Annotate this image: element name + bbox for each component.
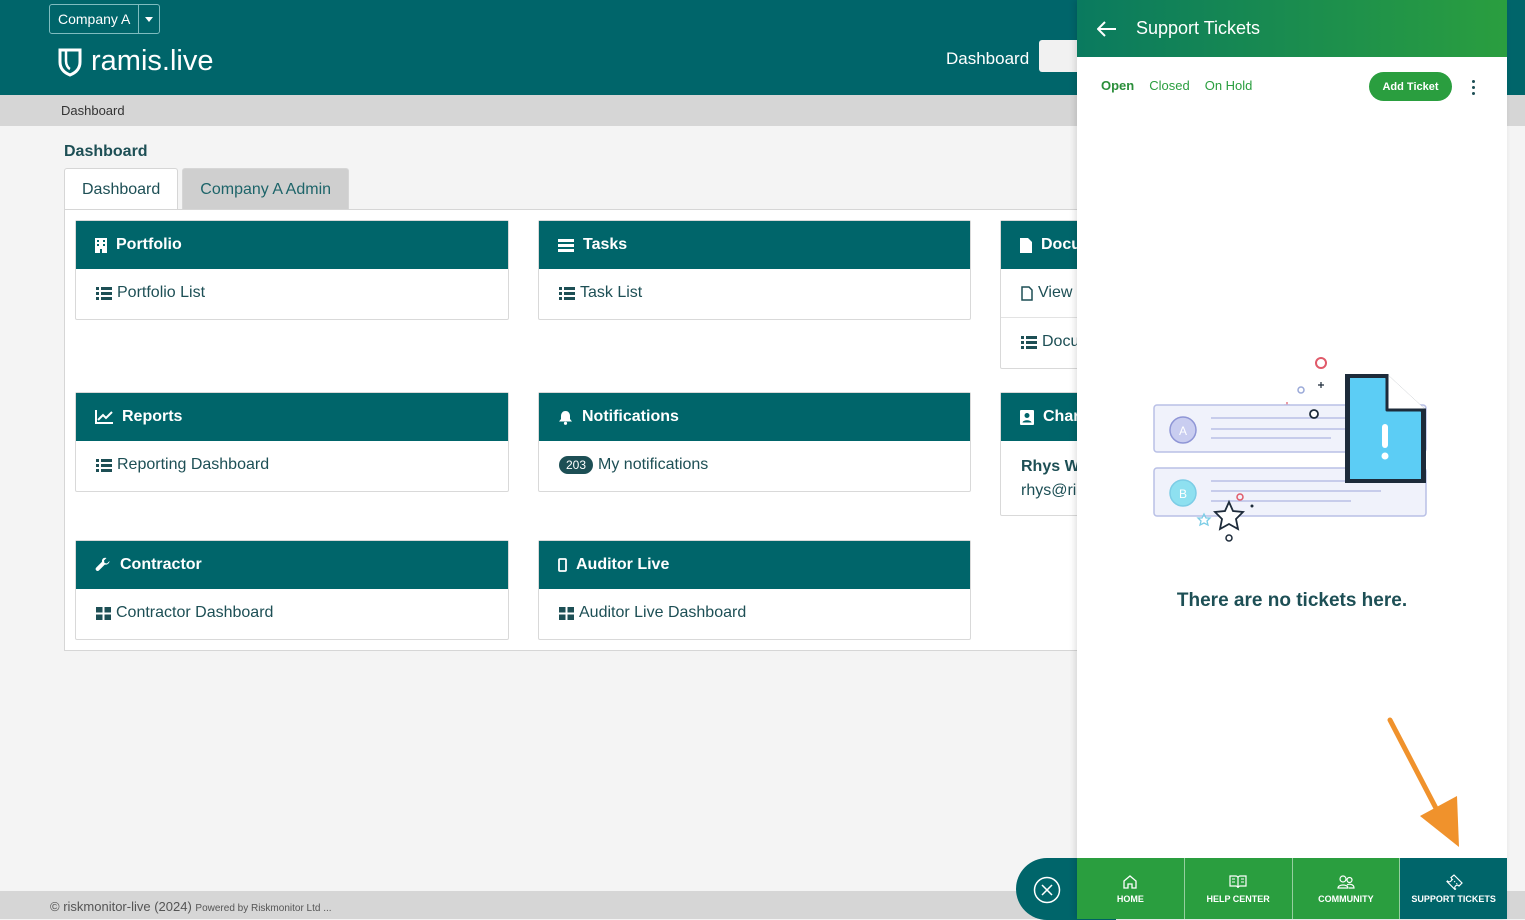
copyright-text: © riskmonitor-live (2024) [50, 899, 192, 914]
breadcrumb[interactable]: Dashboard [61, 103, 125, 118]
grid-icon [559, 606, 574, 620]
my-notifications-link[interactable]: 203 My notifications [539, 441, 970, 489]
list-icon [1021, 335, 1037, 349]
tab-bar: Dashboard Company A Admin [64, 168, 353, 212]
card-champion-title: Char [1043, 408, 1080, 425]
card-notifications-title: Notifications [582, 408, 679, 425]
nav-dashboard-link[interactable]: Dashboard [946, 49, 1029, 69]
tab-company-admin[interactable]: Company A Admin [182, 168, 350, 211]
empty-tickets-illustration: A B [1153, 357, 1427, 542]
reporting-dashboard-link[interactable]: Reporting Dashboard [76, 441, 508, 489]
logo-text: ramis.live [91, 45, 214, 77]
powered-by[interactable]: Powered by Riskmonitor Ltd ... [195, 903, 331, 914]
pointer-arrow-annotation [1387, 717, 1459, 847]
card-contractor: Contractor Contractor Dashboard [75, 540, 509, 640]
task-list-label: Task List [580, 284, 643, 301]
panel-header: Support Tickets [1077, 0, 1507, 57]
list-icon [96, 458, 112, 472]
my-notifications-label: My notifications [598, 456, 709, 473]
reporting-dashboard-label: Reporting Dashboard [117, 456, 270, 473]
champion-name: Rhys W [1021, 458, 1080, 475]
community-icon [1337, 874, 1355, 889]
card-reports-header: Reports [76, 393, 508, 441]
avatar-letter-a: A [1179, 424, 1187, 438]
file-icon [1020, 237, 1032, 253]
notifications-count-badge: 203 [559, 456, 594, 474]
more-options-icon[interactable] [1468, 76, 1479, 99]
card-tasks-header: Tasks [539, 221, 970, 269]
mobile-icon [558, 558, 567, 572]
card-portfolio-header: Portfolio [76, 221, 508, 269]
page-title: Dashboard [64, 143, 148, 160]
portfolio-list-label: Portfolio List [117, 284, 206, 301]
nav-support-tickets[interactable]: SUPPORT TICKETS [1400, 858, 1507, 919]
tab-dashboard[interactable]: Dashboard [64, 168, 179, 212]
auditor-dashboard-link[interactable]: Auditor Live Dashboard [539, 589, 970, 637]
nav-help-center-label: HELP CENTER [1206, 893, 1270, 904]
filter-on-hold[interactable]: On Hold [1205, 78, 1253, 93]
line-chart-icon [95, 410, 113, 424]
shield-icon [58, 48, 82, 77]
card-reports: Reports Reporting Dashboard [75, 392, 509, 492]
card-contractor-title: Contractor [120, 556, 202, 573]
company-selector[interactable]: Company A [49, 4, 161, 34]
nav-support-tickets-label: SUPPORT TICKETS [1411, 893, 1496, 904]
card-auditor-header: Auditor Live [539, 541, 970, 589]
grid-icon [96, 606, 111, 620]
contractor-dashboard-label: Contractor Dashboard [116, 604, 274, 621]
card-auditor-title: Auditor Live [576, 556, 670, 573]
back-arrow-icon[interactable] [1097, 20, 1117, 37]
card-portfolio: Portfolio Portfolio List [75, 220, 509, 320]
wrench-icon [95, 557, 111, 573]
home-icon [1123, 874, 1138, 889]
logo[interactable]: ramis.live [57, 45, 213, 78]
copyright: © riskmonitor-live (2024) Powered by Ris… [50, 899, 332, 914]
list-icon [559, 286, 575, 300]
contact-card-icon [1020, 409, 1034, 425]
ticket-filters: Open Closed On Hold [1101, 78, 1267, 93]
list-icon [96, 286, 112, 300]
support-bottom-nav: HOME HELP CENTER COMMUNITY SUPPORT TICKE… [1077, 858, 1507, 919]
portfolio-list-link[interactable]: Portfolio List [76, 269, 508, 317]
avatar-letter-b: B [1179, 487, 1187, 501]
nav-community[interactable]: COMMUNITY [1293, 858, 1401, 919]
building-icon [95, 237, 107, 253]
card-documents-title: Docu [1041, 236, 1081, 253]
panel-title: Support Tickets [1136, 18, 1261, 38]
card-contractor-header: Contractor [76, 541, 508, 589]
empty-tickets-message: There are no tickets here. [1176, 590, 1408, 611]
contractor-dashboard-link[interactable]: Contractor Dashboard [76, 589, 508, 637]
card-tasks: Tasks Task List [538, 220, 971, 320]
card-portfolio-title: Portfolio [116, 236, 182, 253]
nav-help-center[interactable]: HELP CENTER [1185, 858, 1293, 919]
documents-list-label: Docu [1042, 333, 1080, 350]
champion-email[interactable]: rhys@ris [1021, 482, 1084, 499]
auditor-dashboard-label: Auditor Live Dashboard [579, 604, 747, 621]
card-tasks-title: Tasks [583, 236, 628, 253]
file-outline-icon [1021, 285, 1033, 301]
company-selector-label: Company A [58, 11, 131, 27]
view-documents-label: View [1038, 284, 1073, 301]
card-notifications-header: Notifications [539, 393, 970, 441]
nav-home-label: HOME [1116, 893, 1144, 904]
task-list-link[interactable]: Task List [539, 269, 970, 317]
card-notifications: Notifications 203 My notifications [538, 392, 971, 492]
nav-community-label: COMMUNITY [1318, 893, 1374, 904]
tasks-icon [558, 238, 574, 252]
ticket-icon [1445, 873, 1463, 890]
nav-home[interactable]: HOME [1077, 858, 1185, 919]
filter-open[interactable]: Open [1101, 78, 1134, 93]
add-ticket-button[interactable]: Add Ticket [1369, 72, 1452, 101]
bell-icon [558, 410, 573, 425]
chevron-down-icon[interactable] [138, 5, 159, 33]
card-auditor: Auditor Live Auditor Live Dashboard [538, 540, 971, 640]
card-reports-title: Reports [122, 408, 183, 425]
filter-closed[interactable]: Closed [1149, 78, 1189, 93]
book-icon [1229, 874, 1247, 888]
close-circle-icon[interactable] [1033, 876, 1061, 904]
